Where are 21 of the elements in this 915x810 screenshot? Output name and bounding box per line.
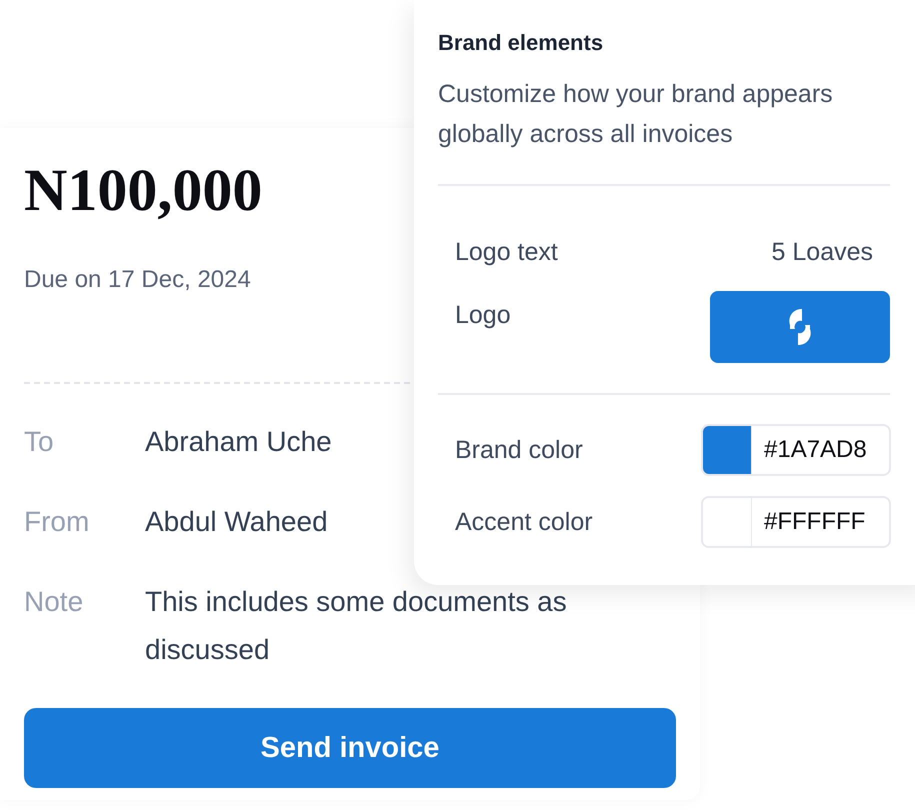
due-date: Due on 17 Dec, 2024 (24, 266, 252, 294)
color-field[interactable]: #1A7AD8 (701, 424, 891, 476)
send-invoice-button[interactable]: Send invoice (24, 708, 676, 788)
field-label: Note (24, 585, 84, 619)
field-value: Abdul Waheed (145, 505, 328, 539)
logo-text-value[interactable]: 5 Loaves (772, 238, 873, 267)
logo-upload-button[interactable] (710, 291, 890, 363)
logo-icon (788, 309, 812, 345)
panel-description: Customize how your brand appears globally across all invoices (438, 79, 834, 150)
color-label: Accent color (455, 508, 593, 536)
color-swatch[interactable] (703, 426, 752, 474)
invoice-amount: N100,000 (24, 160, 264, 220)
logo-text-label: Logo text (455, 238, 558, 267)
field-value: Abraham Uche (145, 425, 332, 459)
field-label: From (24, 505, 90, 539)
color-label: Brand color (455, 436, 583, 464)
panel-title: Brand elements (438, 30, 604, 56)
logo-label: Logo (455, 300, 511, 330)
color-field[interactable]: #FFFFFF (701, 496, 891, 548)
field-label: To (24, 425, 55, 459)
field-value: This includes some documents as discussed (145, 585, 568, 667)
